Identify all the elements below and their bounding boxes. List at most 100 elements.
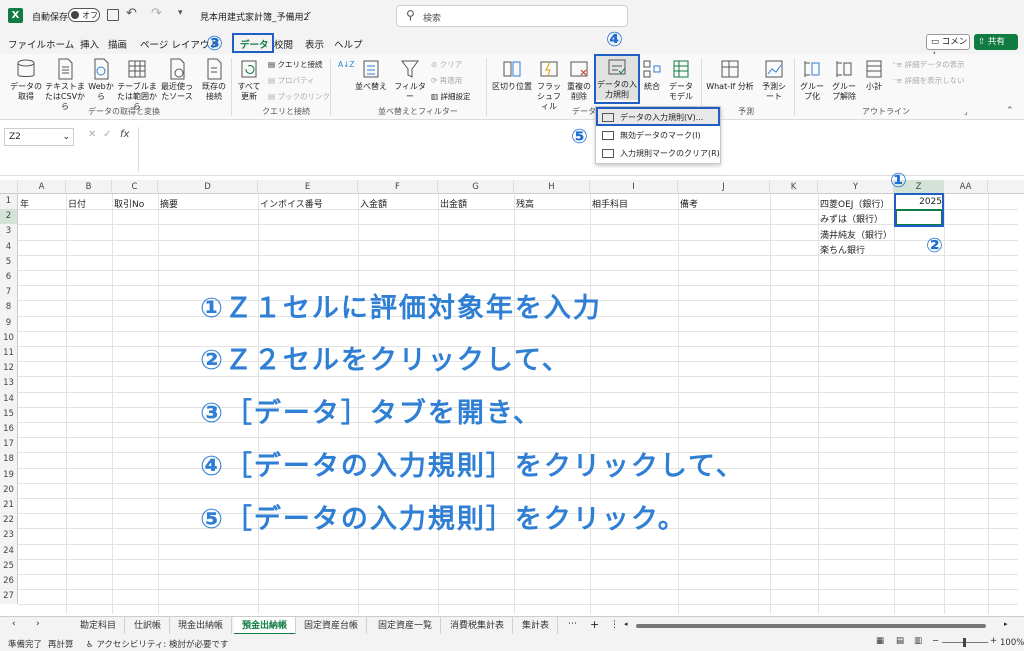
- cancel-entry-icon[interactable]: ✕: [88, 129, 96, 140]
- cell-f1[interactable]: 入金額: [360, 197, 387, 210]
- cell-y4[interactable]: 楽ちん銀行: [820, 243, 865, 256]
- show-detail-button[interactable]: ⁺≡ 詳細データの表示: [892, 59, 965, 70]
- row-header[interactable]: 14: [0, 391, 18, 407]
- from-web-button[interactable]: Webから: [88, 58, 114, 102]
- cell-y1[interactable]: 四菱OEJ（銀行）: [820, 197, 889, 210]
- text-to-columns-button[interactable]: 区切り位置: [492, 58, 532, 92]
- row-header[interactable]: 16: [0, 422, 18, 438]
- accessibility-status[interactable]: ♿ アクセシビリティ: 検討が必要です: [86, 638, 228, 650]
- column-header-j[interactable]: J: [678, 180, 770, 194]
- row-header[interactable]: 15: [0, 406, 18, 422]
- sheet-tab[interactable]: 固定資産一覧: [370, 617, 442, 635]
- group-button[interactable]: グループ化: [798, 58, 826, 102]
- existing-connections-button[interactable]: 既存の接続: [200, 58, 228, 102]
- cell-h1[interactable]: 残高: [516, 197, 534, 210]
- remove-duplicates-button[interactable]: 重複の削除: [565, 58, 593, 102]
- sort-button[interactable]: 並べ替え: [355, 58, 387, 92]
- comment-button[interactable]: ▭ コメント: [926, 34, 970, 61]
- column-header-k[interactable]: K: [770, 180, 818, 194]
- undo-icon[interactable]: ↶: [126, 6, 137, 21]
- zoom-level[interactable]: 100%: [1000, 638, 1024, 648]
- row-header[interactable]: 8: [0, 300, 18, 316]
- file-name-chevron-icon[interactable]: ⌄: [305, 7, 313, 17]
- properties-button[interactable]: ▤ プロパティ: [268, 75, 315, 86]
- row-header[interactable]: 20: [0, 482, 18, 498]
- row-header[interactable]: 6: [0, 270, 18, 286]
- column-header-e[interactable]: E: [258, 180, 358, 194]
- cell-d1[interactable]: 摘要: [160, 197, 178, 210]
- row-header[interactable]: 26: [0, 574, 18, 590]
- column-header-a[interactable]: A: [18, 180, 66, 194]
- cell-a1[interactable]: 年: [20, 197, 29, 210]
- row-header[interactable]: 18: [0, 452, 18, 468]
- scroll-tabs-left-icon[interactable]: ‹: [12, 619, 16, 629]
- more-sheets-icon[interactable]: ⋯: [568, 619, 577, 629]
- cell-y2[interactable]: みずは（銀行）: [820, 212, 883, 225]
- cell-e1[interactable]: インボイス番号: [260, 197, 323, 210]
- row-header[interactable]: 17: [0, 437, 18, 453]
- row-header[interactable]: 13: [0, 376, 18, 392]
- sheet-tab[interactable]: 現金出納帳: [170, 617, 233, 635]
- scroll-tabs-right-icon[interactable]: ›: [36, 619, 40, 629]
- column-header-y[interactable]: Y: [818, 180, 894, 194]
- status-recalc[interactable]: 再計算: [48, 638, 74, 650]
- row-header[interactable]: 7: [0, 285, 18, 301]
- row-header[interactable]: 5: [0, 254, 18, 270]
- row-header[interactable]: 10: [0, 330, 18, 346]
- page-break-view-icon[interactable]: ▥: [914, 636, 922, 646]
- row-header[interactable]: 2: [0, 209, 18, 225]
- name-box[interactable]: Z2 ⌄: [4, 128, 74, 146]
- normal-view-icon[interactable]: ▦: [876, 636, 884, 646]
- ungroup-button[interactable]: グループ解除: [829, 58, 859, 102]
- zoom-slider[interactable]: [942, 638, 988, 647]
- row-header[interactable]: 9: [0, 315, 18, 331]
- queries-connections-button[interactable]: ▤ クエリと接続: [268, 59, 322, 70]
- sheet-tab[interactable]: 仕訳帳: [126, 617, 171, 635]
- tab-home[interactable]: ホーム: [46, 37, 74, 51]
- forecast-sheet-button[interactable]: 予測シート: [760, 58, 788, 102]
- scrollbar-thumb[interactable]: [636, 624, 986, 628]
- row-header[interactable]: 19: [0, 467, 18, 483]
- flash-fill-button[interactable]: フラッシュフィル: [534, 58, 564, 112]
- column-header-i[interactable]: I: [590, 180, 678, 194]
- hide-detail-button[interactable]: ⁻≡ 詳細を表示しない: [892, 75, 965, 86]
- row-header[interactable]: 11: [0, 346, 18, 362]
- advanced-button[interactable]: ▥ 詳細設定: [431, 91, 470, 102]
- what-if-button[interactable]: What-If 分析: [706, 58, 754, 92]
- menu-item-clear-circles[interactable]: 入力規則マークのクリア(R): [596, 145, 720, 162]
- sheet-tab[interactable]: 勘定科目: [72, 617, 126, 635]
- page-layout-view-icon[interactable]: ▤: [896, 636, 904, 646]
- column-header-c[interactable]: C: [112, 180, 158, 194]
- column-header-f[interactable]: F: [358, 180, 438, 194]
- refresh-all-button[interactable]: すべて更新: [234, 58, 264, 102]
- add-sheet-icon[interactable]: +: [590, 618, 599, 631]
- zoom-out-icon[interactable]: −: [932, 636, 939, 646]
- row-header[interactable]: 3: [0, 224, 18, 240]
- workbook-links-button[interactable]: ▤ ブックのリンク: [268, 91, 330, 102]
- data-model-button[interactable]: データモデル: [666, 58, 696, 102]
- sheet-tab-active[interactable]: 預金出納帳: [234, 617, 297, 635]
- tab-review[interactable]: 校閲: [274, 37, 293, 51]
- cell-b1[interactable]: 日付: [68, 197, 86, 210]
- filter-button[interactable]: フィルター: [393, 58, 427, 102]
- cell-j1[interactable]: 備考: [680, 197, 698, 210]
- clear-button[interactable]: ⊘ クリア: [431, 59, 462, 70]
- row-header[interactable]: 21: [0, 498, 18, 514]
- recent-sources-button[interactable]: 最近使ったソース: [160, 58, 194, 102]
- autosave-toggle[interactable]: オフ: [68, 8, 100, 22]
- sheet-tab[interactable]: 消費税集計表: [442, 617, 514, 635]
- cell-i1[interactable]: 相手科目: [592, 197, 628, 210]
- row-header[interactable]: 23: [0, 528, 18, 544]
- row-header[interactable]: 25: [0, 558, 18, 574]
- tab-insert[interactable]: 挿入: [80, 37, 99, 51]
- menu-item-circle-invalid[interactable]: 無効データのマーク(I): [596, 127, 720, 144]
- tab-help[interactable]: ヘルプ: [334, 37, 363, 51]
- row-header[interactable]: 1: [0, 194, 18, 210]
- row-header[interactable]: 12: [0, 361, 18, 377]
- sheet-tab[interactable]: 固定資産台帳: [296, 617, 368, 635]
- column-header-aa[interactable]: AA: [944, 180, 988, 194]
- cell-y3[interactable]: 満井純友（銀行）: [820, 228, 892, 241]
- redo-icon[interactable]: ↷: [151, 6, 162, 21]
- sort-az-button[interactable]: A↓Z: [338, 60, 355, 69]
- file-name[interactable]: 見本用建式家計簿_予備用2: [200, 10, 309, 23]
